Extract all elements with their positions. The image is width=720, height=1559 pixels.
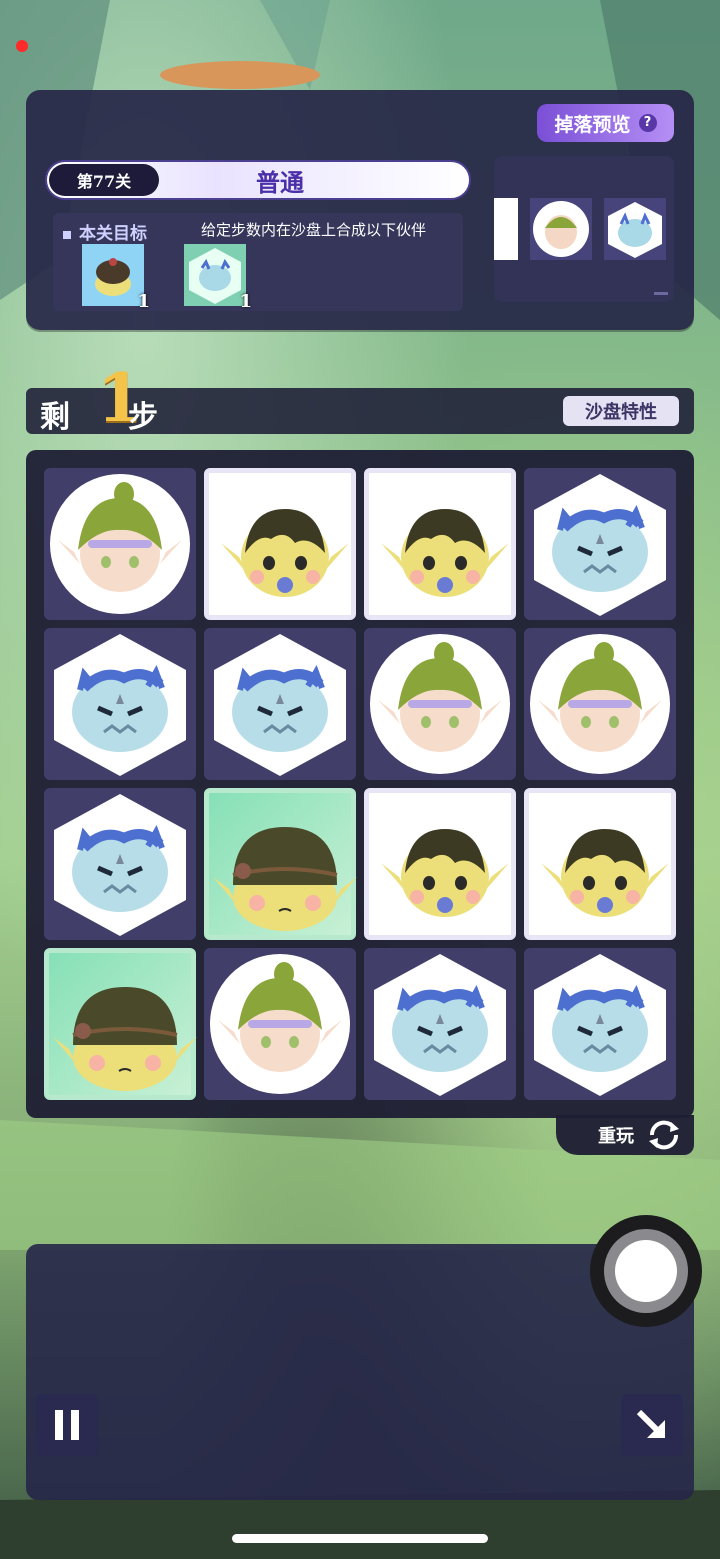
board-cell-goblin[interactable] <box>524 788 676 940</box>
goblin-icon <box>381 509 509 597</box>
board-cell-goblin[interactable] <box>364 468 516 620</box>
replay-label: 重玩 <box>598 1126 634 1147</box>
board-cell-elf[interactable] <box>364 628 516 780</box>
goblin-icon <box>541 829 669 917</box>
goal-item-helmet[interactable]: 1 <box>82 244 150 312</box>
arrow-down-right-icon <box>636 1409 666 1439</box>
steps-suffix: 步 <box>128 400 158 435</box>
goblin-icon <box>221 509 349 597</box>
board-cell-helmet[interactable] <box>204 788 357 940</box>
refresh-icon <box>649 1120 679 1150</box>
helmet-goblin-icon <box>82 244 144 306</box>
drop-preview-button[interactable]: 掉落预览 ? <box>537 104 674 142</box>
slime-icon <box>54 634 186 776</box>
level-number: 第77关 <box>49 164 159 196</box>
recording-indicator <box>16 40 28 52</box>
board-cell-slime[interactable] <box>524 468 676 620</box>
steps-prefix: 剩 <box>40 400 70 435</box>
board-cell-slime[interactable] <box>204 628 356 780</box>
slime-icon <box>534 474 666 616</box>
goal-title: 本关目标 <box>63 219 147 244</box>
replay-button[interactable]: 重玩 <box>556 1115 694 1155</box>
board-cell-goblin[interactable] <box>364 788 516 940</box>
board-cell-slime[interactable] <box>44 628 196 780</box>
slime-icon <box>534 954 666 1096</box>
board-cell-elf[interactable] <box>524 628 676 780</box>
level-mode: 普通 <box>256 167 304 197</box>
goal-count: 1 <box>239 291 252 312</box>
board-cell-slime[interactable] <box>524 948 676 1100</box>
goal-description: 给定步数内在沙盘上合成以下伙伴 <box>201 221 427 239</box>
game-board <box>26 450 694 1118</box>
goal-count: 1 <box>137 291 150 312</box>
home-indicator[interactable] <box>232 1534 488 1543</box>
goal-item-slime[interactable]: 1 <box>184 244 252 312</box>
pause-button[interactable] <box>36 1394 98 1456</box>
helmet-icon <box>213 827 357 931</box>
board-cell-elf[interactable] <box>44 468 196 620</box>
help-icon[interactable]: ? <box>638 114 657 132</box>
board-cell-slime[interactable] <box>364 948 516 1100</box>
goblin-icon <box>381 829 509 917</box>
expand-button[interactable] <box>621 1394 683 1456</box>
board-cell-goblin[interactable] <box>204 468 356 620</box>
pause-icon <box>71 1410 79 1440</box>
elf-icon <box>530 634 670 774</box>
board-cell-elf[interactable] <box>204 948 356 1100</box>
blue-slime-icon <box>184 244 246 306</box>
elf-icon <box>370 634 510 774</box>
elf-icon <box>50 474 190 614</box>
drop-preview-label: 掉落预览 <box>554 113 631 136</box>
preview-items <box>494 198 668 295</box>
slime-icon <box>54 794 186 936</box>
board-cell-helmet[interactable] <box>44 948 197 1100</box>
drop-preview-box <box>494 156 674 302</box>
pause-icon <box>55 1410 63 1440</box>
screen-record-button[interactable] <box>590 1215 702 1327</box>
slime-icon <box>214 634 346 776</box>
helmet-icon <box>53 987 197 1091</box>
sand-traits-button[interactable]: 沙盘特性 <box>563 396 679 426</box>
elf-icon <box>210 954 350 1094</box>
board-cell-slime[interactable] <box>44 788 196 940</box>
slime-icon <box>374 954 506 1096</box>
